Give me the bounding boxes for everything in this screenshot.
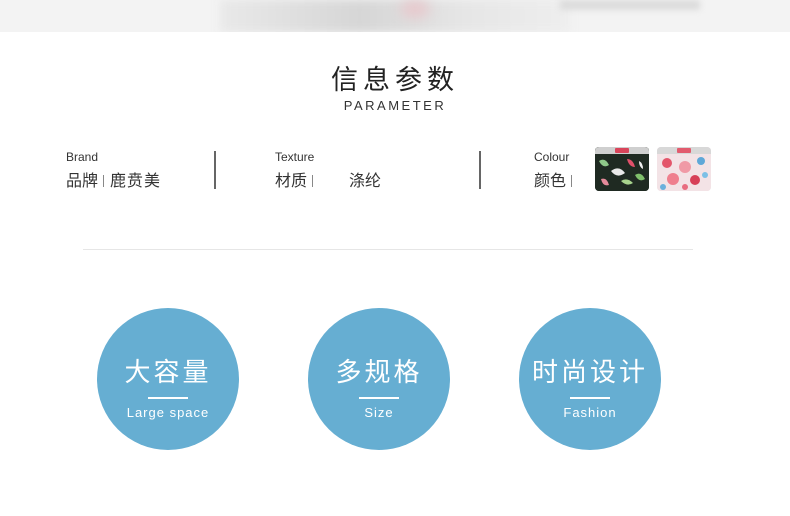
- param-brand-en: Brand: [66, 150, 99, 164]
- section-divider: [83, 249, 693, 250]
- param-texture-value: 涤纶: [349, 171, 382, 190]
- section-subtitle: PARAMETER: [343, 98, 447, 113]
- column-divider: [214, 151, 216, 189]
- param-colour-label: 颜色: [534, 171, 567, 190]
- feature-fashion: 时尚设计 Fashion: [519, 308, 661, 450]
- feature-en: Large space: [126, 405, 210, 420]
- feature-cn: 时尚设计: [531, 358, 648, 388]
- separator: [312, 175, 314, 187]
- param-colour: Colour 颜色: [534, 150, 578, 191]
- feature-en: Size: [364, 405, 394, 420]
- top-banner-image: [0, 0, 790, 32]
- param-texture-en: Texture: [275, 150, 315, 164]
- feature-underline: [359, 397, 399, 399]
- param-brand: Brand 品牌 鹿贲美: [66, 150, 161, 191]
- param-brand-value: 鹿贲美: [110, 171, 162, 190]
- feature-cn: 大容量: [124, 358, 212, 388]
- param-texture-label: 材质: [275, 171, 308, 190]
- param-colour-en: Colour: [534, 150, 570, 164]
- separator: [571, 175, 573, 187]
- param-texture: Texture 材质 涤纶: [275, 150, 381, 191]
- separator: [103, 175, 105, 187]
- feature-size: 多规格 Size: [308, 308, 450, 450]
- column-divider: [479, 151, 481, 189]
- section-title: 信息参数: [331, 65, 459, 96]
- feature-underline: [148, 397, 188, 399]
- feature-large-space: 大容量 Large space: [97, 308, 239, 450]
- feature-en: Fashion: [563, 405, 617, 420]
- param-brand-label: 品牌: [66, 171, 99, 190]
- pink-floral-print-bag: [657, 147, 711, 191]
- feature-cn: 多规格: [335, 358, 423, 388]
- feature-underline: [570, 397, 610, 399]
- green-leaf-print-bag: [595, 147, 649, 191]
